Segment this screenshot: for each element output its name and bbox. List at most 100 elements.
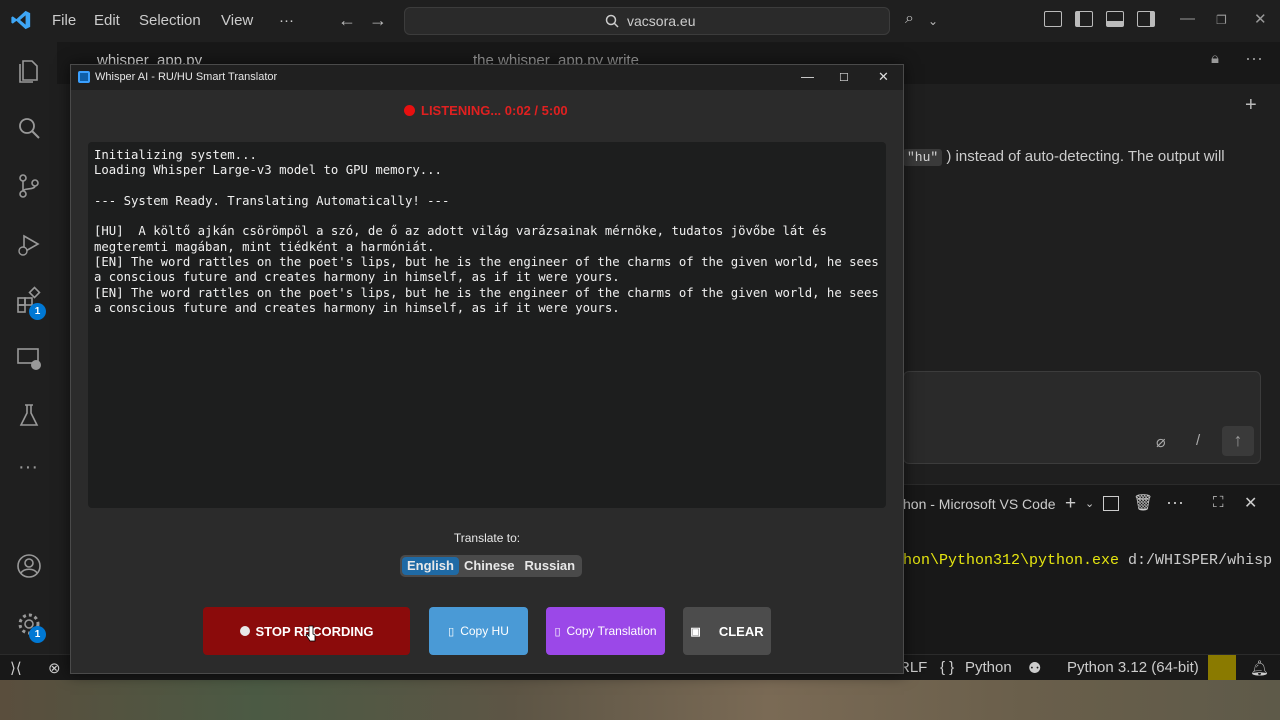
restore-icon[interactable]: ❐ <box>1216 13 1227 27</box>
terminal-script-path: d:/WHISPER/whisp <box>1119 552 1273 569</box>
transcript-log[interactable]: Initializing system... Loading Whisper La… <box>88 142 886 508</box>
explorer-icon[interactable] <box>15 56 43 84</box>
mouse-cursor-icon <box>305 625 316 642</box>
copilot-disabled-icon[interactable] <box>1208 655 1236 681</box>
search-icon <box>605 14 619 28</box>
log-line: Initializing system... <box>94 148 257 162</box>
log-line: --- System Ready. Translating Automatica… <box>94 193 450 208</box>
status-braces-icon: { } <box>940 659 955 676</box>
log-line: Loading Whisper Large-v3 model to GPU me… <box>94 163 442 178</box>
whisper-titlebar: Whisper AI - RU/HU Smart Translator — ☐ … <box>71 65 903 90</box>
back-arrow-icon[interactable]: ← <box>338 10 356 31</box>
record-circle-icon <box>239 626 250 636</box>
clear-label: CLEAR <box>718 623 764 639</box>
more-views-icon[interactable]: ··· <box>18 456 38 479</box>
vscode-titlebar: File Edit Selection View ··· ← → vacsora… <box>0 0 1280 42</box>
problems-icon[interactable]: ⊗ <box>48 659 61 677</box>
log-line: a conscious future and creates harmony i… <box>94 270 620 285</box>
translate-label: Translate to: <box>453 531 521 545</box>
activity-bar: 1 ··· 1 <box>0 42 57 654</box>
language-selector: English Chinese Russian <box>400 555 583 577</box>
maximize-icon[interactable]: ☐ <box>839 71 849 84</box>
terminal-title: hon - Microsoft VS Code <box>903 496 1056 512</box>
listening-status: LISTENING... 0:02 / 5:00 <box>421 103 568 118</box>
menu-selection[interactable]: Selection <box>139 12 201 29</box>
customize-layout-icon[interactable] <box>1044 11 1062 27</box>
menu-edit[interactable]: Edit <box>94 12 120 29</box>
remote-icon[interactable]: ⟩⟨ <box>10 659 22 677</box>
toggle-panel-icon[interactable] <box>1106 11 1124 27</box>
copy-hu-button[interactable]: ▯ Copy HU <box>429 607 528 655</box>
slash-command-icon[interactable]: / <box>1196 432 1200 449</box>
menu-file[interactable]: File <box>52 12 76 29</box>
forward-arrow-icon[interactable]: → <box>369 10 387 31</box>
copy-translation-button[interactable]: ▯ Copy Translation <box>546 607 665 655</box>
split-terminal-icon[interactable] <box>1103 496 1119 511</box>
whisper-window-title: Whisper AI - RU/HU Smart Translator <box>95 71 278 83</box>
maximize-panel-icon[interactable]: ⛶ <box>1213 494 1224 511</box>
chat-message-text: ) instead of auto-detecting. The output … <box>946 148 1225 165</box>
chat-input[interactable]: ⌀ / <box>903 371 1261 464</box>
copy-hu-label: Copy HU <box>460 624 509 638</box>
close-icon[interactable]: ✕ <box>1254 10 1267 28</box>
menu-more[interactable]: ··· <box>279 12 294 29</box>
account-icon[interactable] <box>15 552 43 580</box>
chat-message: "hu" ) instead of auto-detecting. The ou… <box>903 148 1225 166</box>
testing-icon[interactable] <box>15 402 43 430</box>
toggle-secondary-sidebar-icon[interactable] <box>1137 11 1155 27</box>
copilot-status-icon[interactable]: ⚉ <box>1028 659 1041 677</box>
close-panel-icon[interactable]: ✕ <box>1244 493 1257 513</box>
log-line: [EN] The word rattles on the poet's lips… <box>94 285 879 300</box>
status-interpreter[interactable]: Python 3.12 (64-bit) <box>1067 659 1199 676</box>
command-center-search[interactable]: vacsora.eu <box>404 7 890 35</box>
chat-code-hu: "hu" <box>903 149 943 166</box>
clipboard-icon: ▯ <box>448 625 455 638</box>
trash-icon[interactable]: 🗑︎ <box>1133 493 1153 513</box>
minimize-icon[interactable]: — <box>1180 10 1195 27</box>
taskbar <box>0 680 1280 720</box>
new-chat-icon[interactable]: + <box>1245 94 1257 117</box>
lang-option-english[interactable]: English <box>402 557 459 575</box>
lang-option-chinese[interactable]: Chinese <box>459 557 520 575</box>
extensions-badge: 1 <box>29 303 46 320</box>
attach-icon[interactable]: ⌀ <box>1156 432 1166 452</box>
app-icon <box>78 71 90 83</box>
recording-dot-icon <box>404 105 415 116</box>
toggle-primary-sidebar-icon[interactable] <box>1075 11 1093 27</box>
log-line: a conscious future and creates harmony i… <box>94 300 620 315</box>
menu-view[interactable]: View <box>221 12 253 29</box>
lock-icon[interactable]: 🔒︎ <box>1211 50 1219 67</box>
terminal-body[interactable] <box>903 524 1280 654</box>
chevron-down-icon[interactable]: ⌄ <box>1085 497 1094 510</box>
clear-button[interactable]: ▣ CLEAR <box>683 607 771 655</box>
lang-option-russian[interactable]: Russian <box>520 557 581 575</box>
terminal-command: hon\Python312\python.exe d:/WHISPER/whis… <box>903 552 1272 569</box>
copilot-icon[interactable]: ⌕ <box>905 10 914 28</box>
notifications-icon[interactable]: 🔔︎ <box>1250 659 1269 677</box>
more-actions-icon[interactable]: ··· <box>1245 48 1263 69</box>
log-line: [HU] A költő ajkán csörömpöl a szó, de ő… <box>94 224 827 239</box>
close-icon[interactable]: ✕ <box>878 69 889 85</box>
send-button[interactable]: ↑ <box>1222 426 1254 456</box>
status-language[interactable]: Python <box>965 659 1012 676</box>
copy-translation-label: Copy Translation <box>566 624 657 638</box>
terminal-exe-path: hon\Python312\python.exe <box>903 552 1120 569</box>
clipboard-icon: ▯ <box>554 625 561 638</box>
log-line: megteremti magában, mint tiédként a harm… <box>94 239 435 254</box>
new-terminal-icon[interactable]: + <box>1065 493 1076 515</box>
settings-badge: 1 <box>29 626 46 643</box>
search-text: vacsora.eu <box>627 13 696 29</box>
more-actions-icon[interactable]: ··· <box>1166 492 1184 513</box>
source-control-icon[interactable] <box>15 172 43 200</box>
chevron-down-icon[interactable]: ⌄ <box>928 14 938 28</box>
vscode-logo-icon <box>11 10 31 30</box>
remote-explorer-icon[interactable] <box>15 344 43 372</box>
whisper-window: Whisper AI - RU/HU Smart Translator — ☐ … <box>70 64 904 674</box>
search-sidebar-icon[interactable] <box>15 114 43 142</box>
trash-icon: ▣ <box>690 625 701 638</box>
log-line: [EN] The word rattles on the poet's lips… <box>94 255 879 270</box>
run-debug-icon[interactable] <box>15 230 43 258</box>
minimize-icon[interactable]: — <box>801 69 814 84</box>
